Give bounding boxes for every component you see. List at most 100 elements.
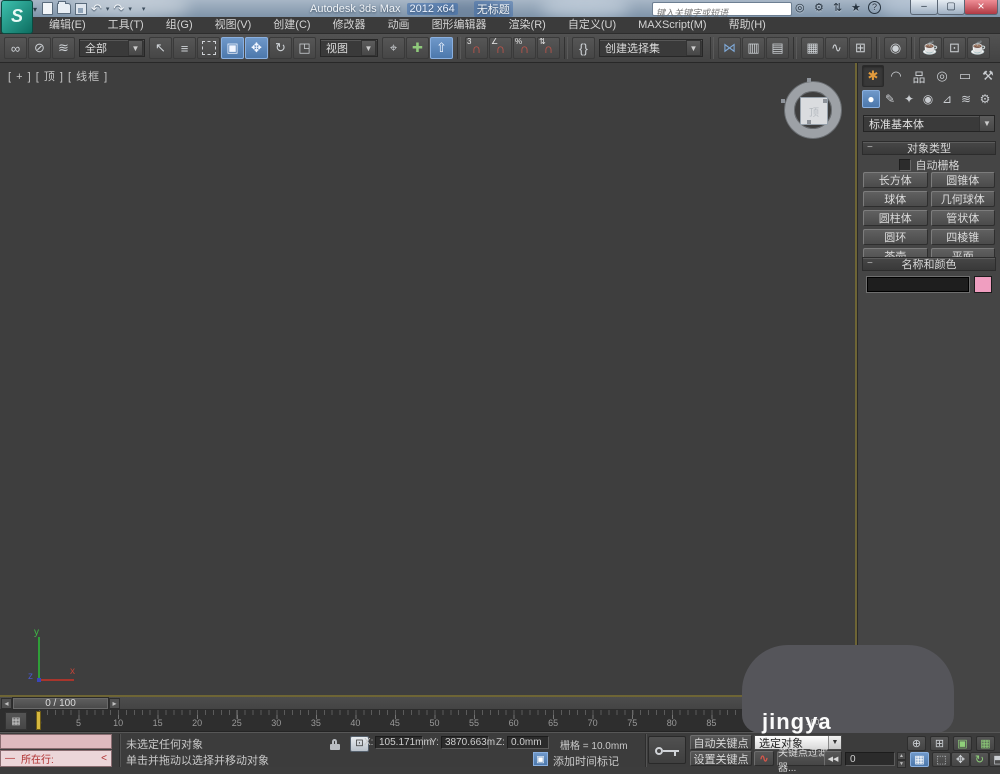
viewcube[interactable]: 顶 xyxy=(781,78,845,142)
viewport-top[interactable]: [ + ] [ 顶 ] [ 线框 ] 顶 y x z xyxy=(0,63,857,697)
select-by-name-icon[interactable]: ≡ xyxy=(173,37,196,59)
maximize-button[interactable]: ▢ xyxy=(937,0,965,15)
redo-chevron-icon[interactable]: ▾ xyxy=(128,5,132,13)
rect-selection-region-icon[interactable] xyxy=(197,37,220,59)
keyword-search-box[interactable] xyxy=(652,2,792,18)
orbit-icon[interactable]: ↻ xyxy=(970,752,989,767)
zoom-region-icon[interactable]: ⬚ xyxy=(932,752,951,767)
new-file-icon[interactable] xyxy=(42,2,53,15)
button-geosphere[interactable]: 几何球体 xyxy=(930,191,995,207)
helpers-subtab[interactable]: ⊿ xyxy=(938,90,956,108)
name-color-rollout[interactable]: − 名称和颜色 xyxy=(862,257,996,271)
select-and-manipulate-icon[interactable]: ✚ xyxy=(406,37,429,59)
window-crossing-icon[interactable]: ▣ xyxy=(221,37,244,59)
keyboard-override-icon[interactable]: ⇧ xyxy=(430,37,453,59)
time-slider-prev-icon[interactable]: ◂ xyxy=(1,698,12,709)
chevron-down-icon[interactable]: ▼ xyxy=(979,116,994,131)
search-binoculars-icon[interactable]: ◎ xyxy=(795,1,805,14)
menu-item[interactable]: MAXScript(M) xyxy=(627,17,717,33)
select-object-icon[interactable]: ↖ xyxy=(149,37,172,59)
unlink-selection-icon[interactable]: ⊘ xyxy=(28,37,51,59)
object-color-swatch[interactable] xyxy=(974,275,992,293)
selection-filter-dropdown[interactable]: 全部 ▼ xyxy=(79,39,145,57)
save-file-icon[interactable] xyxy=(75,2,87,15)
rollout-collapse-icon[interactable]: − xyxy=(867,142,873,153)
button-tube[interactable]: 管状体 xyxy=(930,210,995,226)
zoom-extents-all-icon[interactable]: ▦ xyxy=(976,736,995,751)
selection-lock-icon[interactable] xyxy=(330,739,341,750)
track-bar[interactable]: ▦ 05101520253035404550556065707580859095… xyxy=(0,710,857,732)
snap-3d-icon[interactable]: ∩ 3 xyxy=(465,37,488,59)
lights-subtab[interactable]: ✦ xyxy=(900,90,918,108)
viewport-label[interactable]: [ + ] [ 顶 ] [ 线框 ] xyxy=(8,68,108,84)
angle-snap-icon[interactable]: ∩ ∠ xyxy=(489,37,512,59)
favorites-star-icon[interactable]: ★ xyxy=(851,1,861,14)
communication-center-icon[interactable]: ⇅ xyxy=(833,1,842,14)
chevron-down-icon[interactable]: ▼ xyxy=(361,40,376,56)
graphite-ribbon-icon[interactable]: ▦ xyxy=(801,37,824,59)
shapes-subtab[interactable]: ✎ xyxy=(881,90,899,108)
button-sphere[interactable]: 球体 xyxy=(863,191,928,207)
pan-zoom-mode-icon[interactable]: ▦ xyxy=(910,752,929,767)
modify-tab[interactable]: ◠ xyxy=(885,65,907,87)
select-and-link-icon[interactable]: ∞ xyxy=(4,37,27,59)
x-coord-field[interactable]: 105.171mm xyxy=(375,736,432,749)
object-type-rollout[interactable]: − 对象类型 xyxy=(862,141,996,155)
spinner-snap-icon[interactable]: ∩ ⇅ xyxy=(537,37,560,59)
button-torus[interactable]: 圆环 xyxy=(863,229,928,245)
help-icon[interactable]: ? xyxy=(868,1,881,14)
redo-icon[interactable]: ↷ xyxy=(113,2,124,15)
app-logo[interactable]: S xyxy=(1,0,33,34)
search-input[interactable] xyxy=(653,8,789,18)
systems-subtab[interactable]: ⚙ xyxy=(976,90,994,108)
close-button[interactable]: × xyxy=(964,0,998,15)
menu-item[interactable]: 编辑(E) xyxy=(38,17,97,33)
set-key-button[interactable]: 设置关键点 xyxy=(690,751,752,766)
utilities-tab[interactable]: ⚒ xyxy=(977,65,999,87)
autogrid-checkbox[interactable] xyxy=(898,159,911,171)
display-tab[interactable]: ▭ xyxy=(954,65,976,87)
button-box[interactable]: 长方体 xyxy=(863,172,928,188)
menu-item[interactable]: 视图(V) xyxy=(204,17,263,33)
qat-options-chevron-icon[interactable]: ▾ xyxy=(142,5,146,13)
layer-manager-icon[interactable]: ▤ xyxy=(766,37,789,59)
goto-start-icon[interactable]: ◀◀ xyxy=(824,751,842,766)
menu-item[interactable]: 组(G) xyxy=(155,17,204,33)
zoom-extents-icon[interactable]: ▣ xyxy=(953,736,972,751)
rollout-collapse-icon[interactable]: − xyxy=(867,258,873,269)
curve-editor-icon[interactable]: ∿ xyxy=(825,37,848,59)
maxscript-mini-listener[interactable]: — 所在行: < xyxy=(0,750,112,767)
auto-key-button[interactable]: 自动关键点 xyxy=(690,735,752,750)
z-coord-field[interactable]: 0.0mm xyxy=(507,736,549,749)
named-selection-sets-dropdown[interactable]: 创建选择集 ▼ xyxy=(599,39,703,57)
minimize-button[interactable]: – xyxy=(910,0,938,15)
bind-to-spacewarp-icon[interactable]: ≋ xyxy=(52,37,75,59)
object-name-field[interactable] xyxy=(866,275,970,293)
motion-tab[interactable]: ◎ xyxy=(931,65,953,87)
render-setup-icon[interactable]: ☕ xyxy=(919,37,942,59)
menu-item[interactable]: 工具(T) xyxy=(97,17,155,33)
align-icon[interactable]: ▥ xyxy=(742,37,765,59)
undo-icon[interactable]: ↶ xyxy=(91,2,102,15)
select-and-move-icon[interactable]: ✥ xyxy=(245,37,268,59)
ref-coord-system-dropdown[interactable]: 视图 ▼ xyxy=(320,39,378,57)
wrench-icon[interactable]: ⚙ xyxy=(814,1,824,14)
pan-hand-icon[interactable]: ✥ xyxy=(951,752,970,767)
render-production-icon[interactable]: ☕ xyxy=(967,37,990,59)
menu-item[interactable]: 创建(C) xyxy=(262,17,321,33)
maxscript-macro-recorder[interactable] xyxy=(0,734,112,749)
set-keys-button[interactable] xyxy=(648,736,686,764)
menu-item[interactable]: 动画 xyxy=(377,17,421,33)
use-pivot-center-icon[interactable]: ⌖ xyxy=(382,37,405,59)
track-bar-ruler[interactable]: 0510152025303540455055606570758085909510… xyxy=(33,710,838,731)
schematic-view-icon[interactable]: ⊞ xyxy=(849,37,872,59)
spinner-up-icon[interactable]: ▲ xyxy=(897,752,906,760)
app-menu-chevron-icon[interactable]: ▾ xyxy=(33,5,37,14)
percent-snap-icon[interactable]: ∩% xyxy=(513,37,536,59)
primitive-category-dropdown[interactable]: 标准基本体 ▼ xyxy=(863,115,995,132)
default-tangent-icon[interactable]: ∿ xyxy=(754,751,774,766)
rendered-frame-icon[interactable]: ⊡ xyxy=(943,37,966,59)
select-and-rotate-icon[interactable]: ↻ xyxy=(269,37,292,59)
time-slider-handle[interactable]: 0 / 100 xyxy=(13,698,108,709)
undo-chevron-icon[interactable]: ▾ xyxy=(106,5,110,13)
